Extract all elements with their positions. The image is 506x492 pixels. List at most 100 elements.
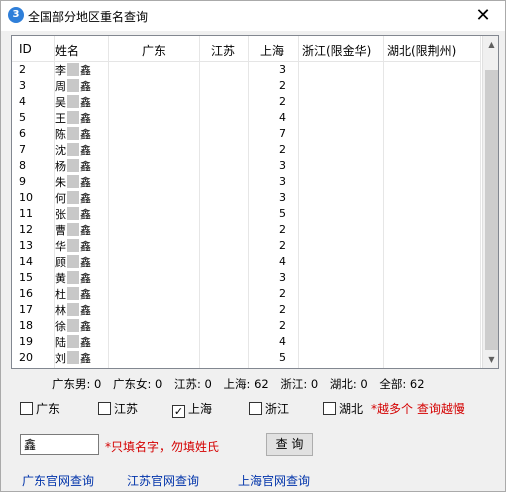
query-button[interactable]: 查 询 bbox=[266, 433, 313, 456]
cell-surname: 杨 bbox=[55, 160, 66, 173]
cell-surname: 李 bbox=[55, 64, 66, 77]
table-row[interactable]: 10 何鑫 3 bbox=[12, 190, 481, 206]
cell-given-name: 鑫 bbox=[80, 240, 91, 253]
scroll-down-icon[interactable]: ▼ bbox=[483, 351, 498, 368]
checkbox-box[interactable] bbox=[20, 402, 33, 415]
cell-name: 李鑫 bbox=[55, 63, 91, 78]
cell-shanghai: 2 bbox=[279, 223, 286, 236]
table-row[interactable]: 12 曹鑫 2 bbox=[12, 222, 481, 238]
redacted-block bbox=[67, 95, 79, 108]
cell-id: 9 bbox=[19, 175, 26, 188]
cell-name: 林鑫 bbox=[55, 303, 91, 318]
header-id[interactable]: ID bbox=[19, 42, 32, 56]
table-row[interactable]: 18 徐鑫 2 bbox=[12, 318, 481, 334]
checkbox-label: 广东 bbox=[36, 402, 61, 416]
checkmark-icon[interactable]: ✓ bbox=[172, 405, 185, 418]
scroll-thumb[interactable] bbox=[485, 70, 498, 350]
cell-shanghai: 3 bbox=[279, 191, 286, 204]
table-row[interactable]: 17 林鑫 2 bbox=[12, 302, 481, 318]
cell-shanghai: 4 bbox=[279, 255, 286, 268]
cell-id: 8 bbox=[19, 159, 26, 172]
cell-given-name: 鑫 bbox=[80, 352, 91, 365]
cell-name: 吴鑫 bbox=[55, 95, 91, 110]
table-row[interactable]: 16 杜鑫 2 bbox=[12, 286, 481, 302]
redacted-block bbox=[67, 143, 79, 156]
header-zhejiang[interactable]: 浙江(限金华) bbox=[302, 42, 371, 59]
link-guangdong-site[interactable]: 广东官网查询 bbox=[22, 472, 94, 489]
cell-id: 14 bbox=[19, 255, 33, 268]
window-title: 全国部分地区重名查询 bbox=[28, 10, 149, 24]
table-row[interactable]: 20 刘鑫 5 bbox=[12, 350, 481, 366]
checkbox-box[interactable] bbox=[249, 402, 262, 415]
cell-id: 11 bbox=[19, 207, 33, 220]
cell-name: 黄鑫 bbox=[55, 271, 91, 286]
redacted-block bbox=[67, 111, 79, 124]
cell-name: 张鑫 bbox=[55, 207, 91, 222]
table-row[interactable]: 2李鑫3 bbox=[12, 62, 481, 78]
table-row[interactable]: 7沈鑫2 bbox=[12, 142, 481, 158]
table-row[interactable]: 4吴鑫2 bbox=[12, 94, 481, 110]
table-row[interactable]: 3周鑫2 bbox=[12, 78, 481, 94]
checkbox-box[interactable] bbox=[323, 402, 336, 415]
cell-shanghai: 3 bbox=[279, 271, 286, 284]
cell-surname: 陆 bbox=[55, 336, 66, 349]
cell-surname: 沈 bbox=[55, 144, 66, 157]
summary-bar: 广东男: 0 广东女: 0 江苏: 0 上海: 62 浙江: 0 湖北: 0 全… bbox=[52, 376, 433, 392]
link-shanghai-site[interactable]: 上海官网查询 bbox=[238, 472, 310, 489]
redacted-block bbox=[67, 191, 79, 204]
title-bar: 3 全国部分地区重名查询 ✕ bbox=[1, 1, 505, 31]
header-shanghai[interactable]: 上海 bbox=[260, 42, 284, 59]
summary-zhejiang: 浙江: 0 bbox=[280, 377, 319, 391]
app-icon: 3 bbox=[8, 7, 24, 23]
cell-surname: 黄 bbox=[55, 272, 66, 285]
checkbox-label: 江苏 bbox=[114, 402, 139, 416]
cell-shanghai: 2 bbox=[279, 287, 286, 300]
header-jiangsu[interactable]: 江苏 bbox=[211, 42, 235, 59]
checkbox-label: 上海 bbox=[188, 402, 213, 416]
vertical-scrollbar[interactable]: ▲ ▼ bbox=[482, 36, 498, 368]
header-hubei[interactable]: 湖北(限荆州) bbox=[387, 42, 456, 59]
cell-given-name: 鑫 bbox=[80, 192, 91, 205]
checkbox-box[interactable] bbox=[98, 402, 111, 415]
table-row[interactable]: 15 黄鑫 3 bbox=[12, 270, 481, 286]
cell-given-name: 鑫 bbox=[80, 176, 91, 189]
checkbox-jiangsu[interactable]: 江苏 bbox=[98, 400, 138, 416]
table-row[interactable]: 13 华鑫 2 bbox=[12, 238, 481, 254]
checkbox-guangdong[interactable]: 广东 bbox=[20, 400, 60, 416]
results-list[interactable]: ID 姓名 广东 江苏 上海 浙江(限金华) 湖北(限荆州) 2李鑫33周鑫24… bbox=[11, 35, 499, 369]
redacted-block bbox=[67, 271, 79, 284]
cell-given-name: 鑫 bbox=[80, 224, 91, 237]
table-row[interactable]: 11 张鑫 5 bbox=[12, 206, 481, 222]
table-row[interactable]: 19 陆鑫 4 bbox=[12, 334, 481, 350]
table-row[interactable]: 5王鑫4 bbox=[12, 110, 481, 126]
header-name[interactable]: 姓名 bbox=[55, 42, 79, 59]
header-guangdong[interactable]: 广东 bbox=[142, 42, 166, 59]
cell-name: 顾鑫 bbox=[55, 255, 91, 270]
cell-surname: 林 bbox=[55, 304, 66, 317]
name-input[interactable] bbox=[20, 434, 99, 455]
link-jiangsu-site[interactable]: 江苏官网查询 bbox=[127, 472, 199, 489]
table-row[interactable]: 14 顾鑫 4 bbox=[12, 254, 481, 270]
checkbox-zhejiang[interactable]: 浙江 bbox=[249, 400, 289, 416]
cell-name: 王鑫 bbox=[55, 111, 91, 126]
table-row[interactable]: 8杨鑫3 bbox=[12, 158, 481, 174]
cell-name: 朱鑫 bbox=[55, 175, 91, 190]
redacted-block bbox=[67, 79, 79, 92]
scroll-up-icon[interactable]: ▲ bbox=[483, 36, 498, 53]
checkbox-hubei[interactable]: 湖北 bbox=[323, 400, 363, 416]
close-button[interactable]: ✕ bbox=[461, 1, 505, 31]
redacted-block bbox=[67, 239, 79, 252]
cell-name: 杜鑫 bbox=[55, 287, 91, 302]
cell-shanghai: 5 bbox=[279, 351, 286, 364]
redacted-block bbox=[67, 255, 79, 268]
redacted-block bbox=[67, 175, 79, 188]
cell-surname: 王 bbox=[55, 112, 66, 125]
summary-guangdong-female: 广东女: 0 bbox=[113, 377, 163, 391]
table-row[interactable]: 6陈鑫7 bbox=[12, 126, 481, 142]
table-row[interactable]: 9朱鑫3 bbox=[12, 174, 481, 190]
cell-id: 6 bbox=[19, 127, 26, 140]
cell-given-name: 鑫 bbox=[80, 256, 91, 269]
cell-id: 13 bbox=[19, 239, 33, 252]
checkbox-shanghai[interactable]: ✓ 上海 bbox=[172, 400, 213, 418]
cell-id: 19 bbox=[19, 335, 33, 348]
